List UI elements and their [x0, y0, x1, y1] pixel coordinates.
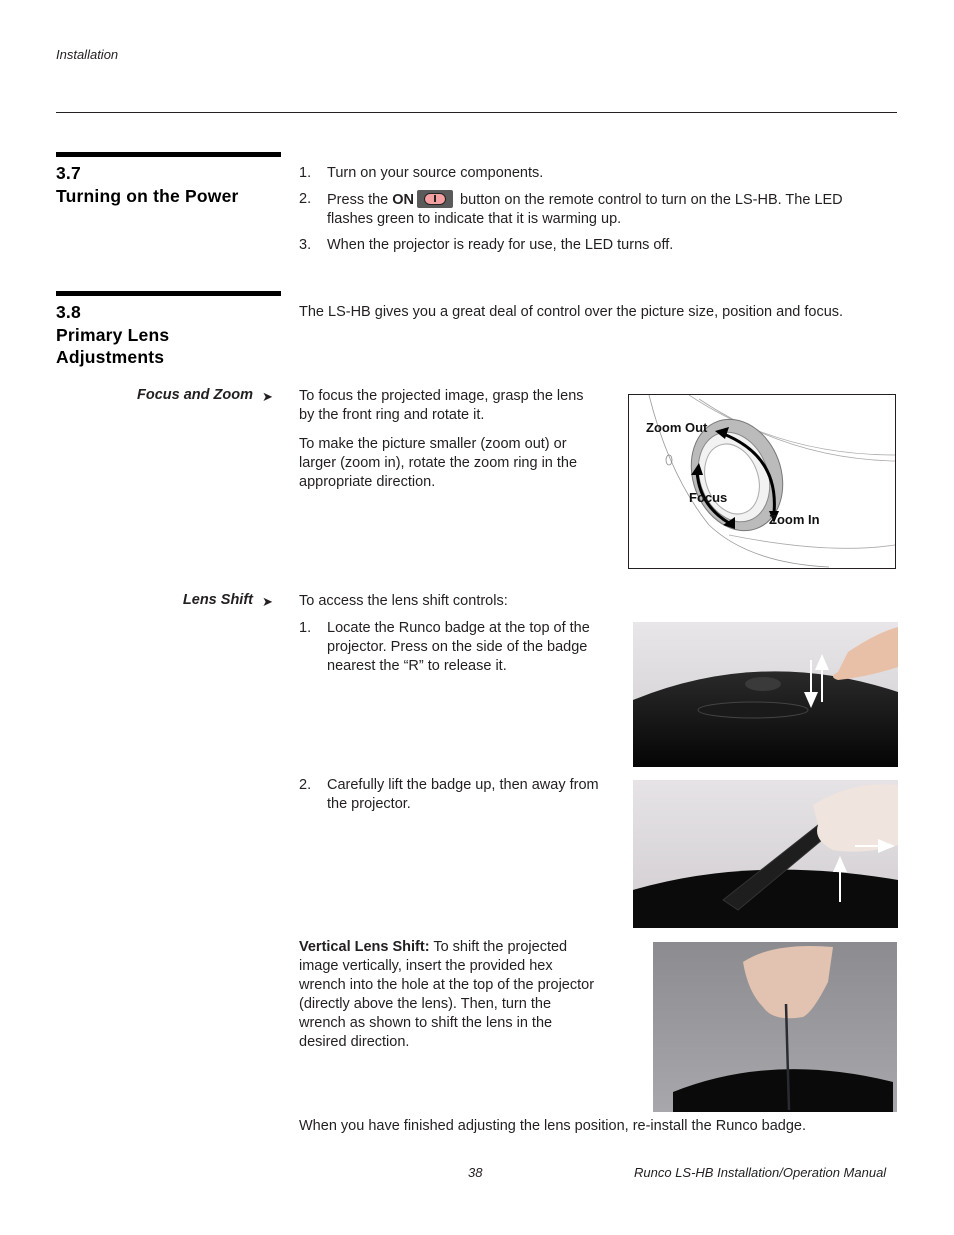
photo-drawing [633, 780, 898, 928]
section-3-7-title: Turning on the Power [56, 186, 239, 206]
step-text-part: flashes green to indicate that it is war… [327, 211, 622, 227]
text-line: wrench as shown to shift the lens in the [299, 1015, 553, 1031]
text-line: (directly above the lens). Then, turn th… [299, 996, 552, 1012]
text-line: image vertically, insert the provided he… [299, 958, 553, 974]
badge-lift-photo [633, 780, 898, 928]
step-text: Press the ON button on the remote contro… [327, 190, 907, 229]
vertical-lens-shift-label: Vertical Lens Shift: [299, 939, 430, 955]
manual-title: Runco LS-HB Installation/Operation Manua… [634, 1165, 887, 1180]
power-on-button-icon [417, 190, 454, 208]
text-line: the projector. [327, 796, 411, 812]
focus-label: Focus [689, 490, 728, 505]
text-line: projector. Press on the side of the badg… [327, 639, 588, 655]
step-number: 3. [299, 237, 312, 253]
text-line: by the front ring and rotate it. [299, 407, 485, 423]
zoom-paragraph: To make the picture smaller (zoom out) o… [299, 435, 619, 492]
section-3-7-bar [56, 152, 281, 157]
header-divider [56, 112, 897, 113]
section-3-8-bar [56, 291, 281, 296]
lens-diagram-figure: Zoom Out Focus Zoom In [628, 394, 896, 569]
running-header: Installation [56, 47, 119, 62]
text-part: To shift the projected [429, 939, 568, 955]
step-text-part: Press the [327, 192, 393, 208]
page-number: 38 [468, 1165, 483, 1180]
zoom-out-label: Zoom Out [646, 420, 708, 435]
section-3-8-number: 3.8 [56, 302, 81, 322]
zoom-in-label: Zoom In [769, 512, 820, 527]
section-3-8-title-line1: Primary Lens [56, 325, 170, 345]
text-line: appropriate direction. [299, 474, 436, 490]
lens-intro: The LS-HB gives you a great deal of cont… [299, 304, 844, 320]
step-text: Turn on your source components. [327, 165, 544, 181]
step-text: Locate the Runco badge at the top of the… [327, 619, 617, 676]
subhead-arrow-icon: ➤ [262, 594, 273, 609]
text-line: To focus the projected image, grasp the … [299, 388, 584, 404]
text-line: desired direction. [299, 1034, 410, 1050]
closing-paragraph: When you have finished adjusting the len… [299, 1118, 807, 1134]
badge-release-photo [633, 622, 898, 767]
hex-wrench-photo [653, 942, 897, 1112]
section-3-7-number: 3.7 [56, 163, 81, 183]
on-label: ON [392, 192, 415, 208]
text-line: Vertical Lens Shift: To shift the projec… [299, 938, 619, 957]
subhead-arrow-icon: ➤ [262, 389, 273, 404]
step-text-part: button on the remote control to turn on … [456, 192, 843, 208]
lens-shift-intro: To access the lens shift controls: [299, 593, 508, 609]
photo-drawing [633, 622, 898, 767]
step-text: When the projector is ready for use, the… [327, 237, 674, 253]
text-line: Locate the Runco badge at the top of the [327, 620, 590, 636]
step-number: 1. [299, 620, 312, 636]
text-line: nearest the “R” to release it. [327, 658, 507, 674]
focus-paragraph-1: To focus the projected image, grasp the … [299, 387, 619, 425]
text-line: larger (zoom in), rotate the zoom ring i… [299, 455, 578, 471]
step-number: 2. [299, 777, 312, 793]
text-line: wrench into the hole at the top of the p… [299, 977, 595, 993]
photo-drawing [653, 942, 897, 1112]
vertical-lens-shift-paragraph: Vertical Lens Shift: To shift the projec… [299, 938, 619, 1052]
step-number: 2. [299, 191, 312, 207]
text-line: Carefully lift the badge up, then away f… [327, 777, 599, 793]
step-text: Carefully lift the badge up, then away f… [327, 776, 617, 814]
section-3-8-title-line2: Adjustments [56, 347, 165, 367]
step-number: 1. [299, 165, 312, 181]
text-line: To make the picture smaller (zoom out) o… [299, 436, 567, 452]
subhead-lens-shift: Lens Shift [182, 592, 253, 608]
subhead-focus-zoom: Focus and Zoom [137, 387, 253, 403]
